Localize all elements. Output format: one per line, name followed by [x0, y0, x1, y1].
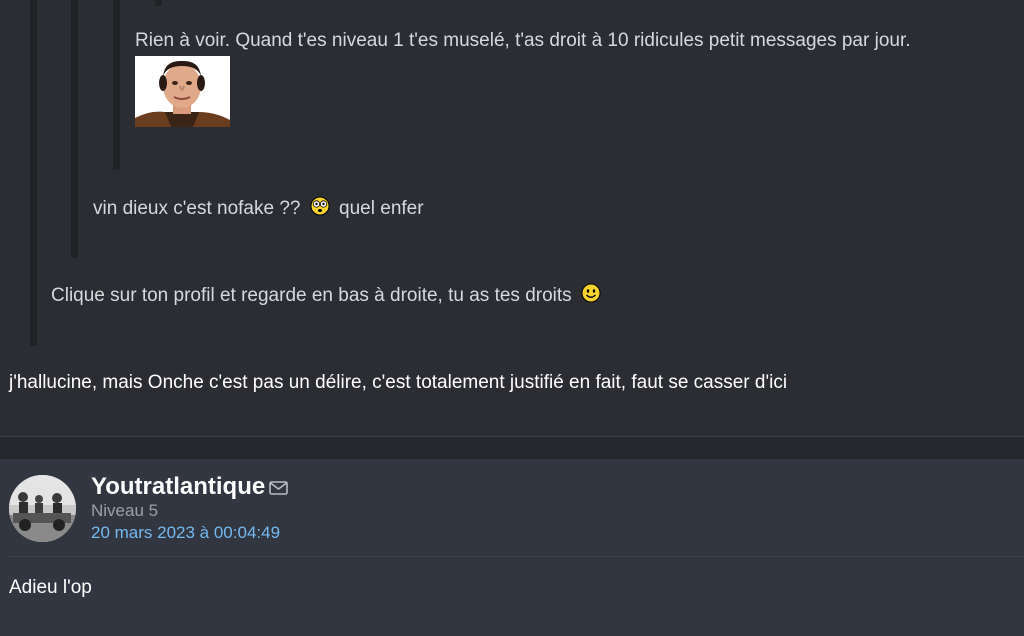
shocked-smiley-icon — [310, 196, 330, 223]
quote-bar-level-2 — [71, 0, 78, 258]
quote-bar-level-3 — [113, 0, 120, 170]
quote-level-3-text: Rien à voir. Quand t'es niveau 1 t'es mu… — [135, 30, 911, 51]
quote-level-2-text-before: vin dieux c'est nofake ?? — [93, 198, 301, 219]
post-divider — [0, 436, 1024, 459]
quote-level-1-text: Clique sur ton profil et regarde en bas … — [51, 283, 605, 310]
quote-level-2-text: vin dieux c'est nofake ?? quel enfer — [93, 196, 424, 223]
message-text: j'hallucine, mais Onche c'est pas un dél… — [9, 372, 788, 393]
quote-level-1-text-content: Clique sur ton profil et regarde en bas … — [51, 285, 572, 306]
forum-post: Youtratlantique Niveau 5 20 mars 2023 à … — [0, 459, 1024, 636]
quote-bar-level-4 — [155, 0, 162, 6]
post-author[interactable]: Youtratlantique — [91, 473, 265, 501]
post-body-text: Adieu l'op — [9, 577, 92, 598]
mail-icon[interactable] — [268, 479, 290, 497]
user-level: Niveau 5 — [91, 501, 159, 520]
sticker-image — [135, 56, 230, 127]
quoted-thread: Rien à voir. Quand t'es niveau 1 t'es mu… — [0, 0, 1024, 436]
quote-bar-level-1 — [30, 0, 37, 346]
post-separator — [9, 556, 1024, 557]
happy-smiley-icon — [581, 283, 601, 310]
post-date-link[interactable]: 20 mars 2023 à 00:04:49 — [91, 523, 280, 543]
quote-level-2-text-after: quel enfer — [339, 198, 424, 219]
avatar[interactable] — [9, 475, 76, 542]
